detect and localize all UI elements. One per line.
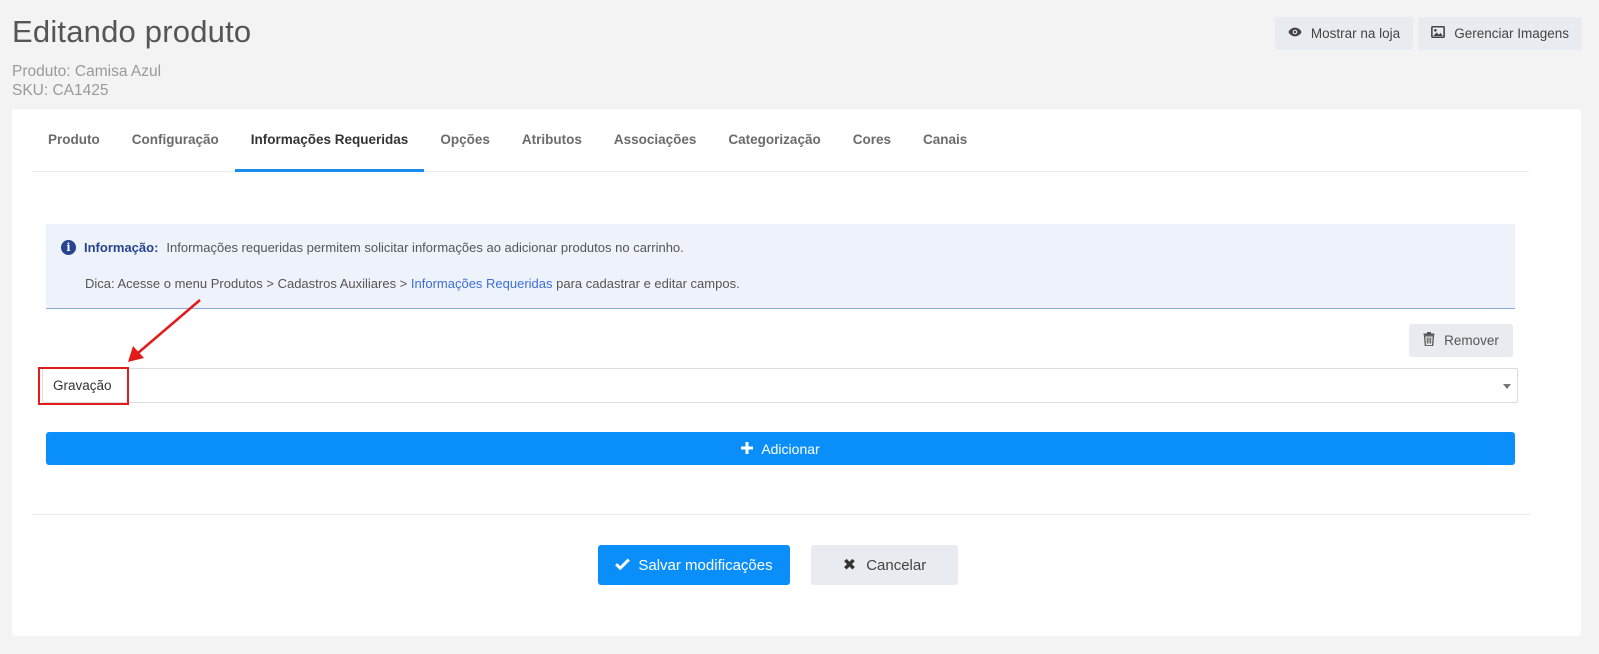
tab-categorizacao[interactable]: Categorização: [712, 108, 836, 171]
plus-icon: [741, 441, 754, 457]
manage-images-label: Gerenciar Imagens: [1454, 26, 1569, 41]
required-info-select[interactable]: Gravação: [42, 368, 1518, 403]
tip-suffix: para cadastrar e editar campos.: [552, 276, 740, 291]
product-sku: SKU: CA1425: [12, 82, 109, 99]
select-value: Gravação: [53, 378, 112, 393]
tab-produto[interactable]: Produto: [32, 108, 116, 171]
cancel-button[interactable]: ✖ Cancelar: [811, 545, 958, 585]
page-title: Editando produto: [12, 14, 252, 49]
manage-images-button[interactable]: Gerenciar Imagens: [1418, 17, 1582, 50]
required-info-link[interactable]: Informações Requeridas: [411, 276, 553, 291]
info-alert: i Informação: Informações requeridas per…: [46, 224, 1515, 309]
product-info: Produto: Camisa Azul SKU: CA1425: [12, 62, 161, 100]
info-icon: i: [61, 240, 76, 255]
show-in-store-label: Mostrar na loja: [1310, 26, 1401, 41]
trash-icon: [1423, 332, 1435, 349]
info-tip: Dica: Acesse o menu Produtos > Cadastros…: [85, 276, 740, 291]
tip-prefix: Dica: Acesse o menu Produtos > Cadastros…: [85, 276, 411, 291]
info-text: Informações requeridas permitem solicita…: [166, 240, 684, 255]
header-actions: Mostrar na loja Gerenciar Imagens: [1274, 17, 1582, 50]
info-label: Informação:: [84, 240, 159, 255]
show-in-store-button[interactable]: Mostrar na loja: [1274, 17, 1414, 50]
tab-associacoes[interactable]: Associações: [598, 108, 713, 171]
tab-configuracao[interactable]: Configuração: [116, 108, 235, 171]
remove-label: Remover: [1444, 333, 1499, 348]
edit-card: Produto Configuração Informações Requeri…: [12, 109, 1581, 636]
image-icon: [1431, 25, 1446, 42]
add-button[interactable]: Adicionar: [46, 432, 1515, 465]
tab-atributos[interactable]: Atributos: [506, 108, 598, 171]
cancel-label: Cancelar: [866, 556, 927, 574]
eye-icon: [1288, 25, 1302, 42]
tab-bar: Produto Configuração Informações Requeri…: [32, 109, 1529, 172]
product-name: Produto: Camisa Azul: [12, 63, 162, 80]
footer-divider: [32, 514, 1530, 515]
close-icon: ✖: [842, 557, 857, 574]
save-button[interactable]: Salvar modificações: [598, 545, 790, 585]
remove-button[interactable]: Remover: [1409, 324, 1513, 357]
add-label: Adicionar: [761, 440, 820, 457]
save-label: Salvar modificações: [638, 556, 773, 574]
tab-opcoes[interactable]: Opções: [424, 108, 506, 171]
tab-canais[interactable]: Canais: [907, 108, 983, 171]
check-icon: [615, 557, 631, 574]
tab-cores[interactable]: Cores: [837, 108, 907, 171]
tab-informacoes-requeridas[interactable]: Informações Requeridas: [234, 108, 425, 172]
chevron-down-icon: [1503, 384, 1511, 389]
info-message: i Informação: Informações requeridas per…: [61, 240, 684, 255]
